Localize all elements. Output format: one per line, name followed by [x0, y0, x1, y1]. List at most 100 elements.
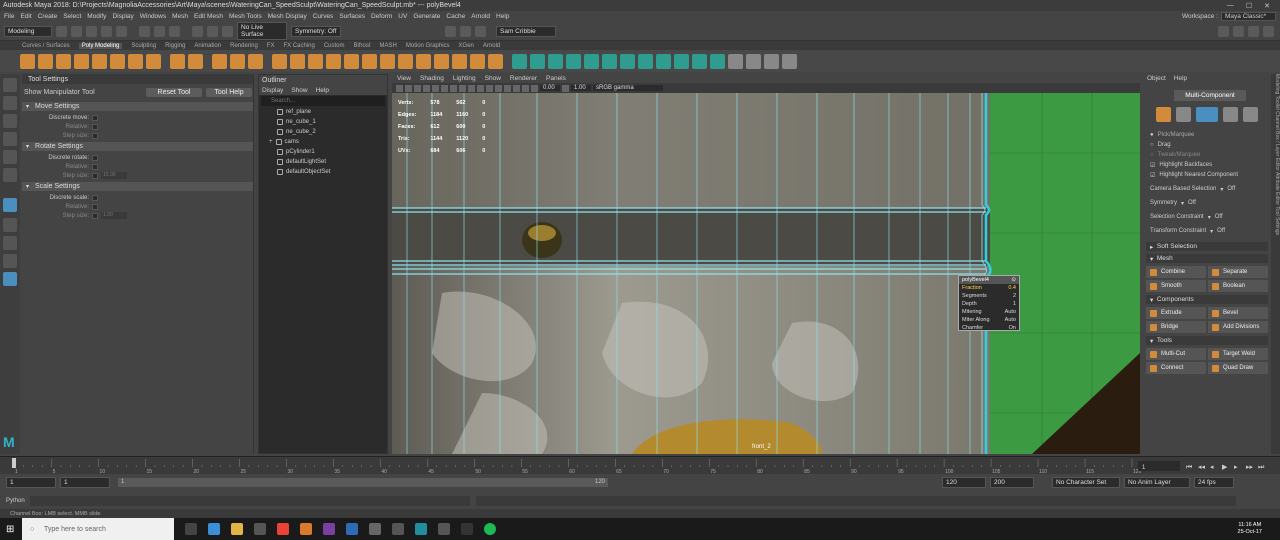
step-forward-frame-icon[interactable]: ▸ [1234, 463, 1238, 471]
outliner-item[interactable]: + cams [259, 137, 387, 147]
poly-sphere-icon[interactable] [20, 53, 35, 69]
viewport-menu-panels[interactable]: Panels [546, 75, 566, 82]
segments-value[interactable]: 2 [1013, 293, 1016, 299]
shelf-tab-mash[interactable]: MASH [380, 43, 397, 49]
snap-point-icon[interactable] [222, 25, 233, 37]
object-mode-icon[interactable] [1156, 107, 1171, 122]
playback-start-field[interactable]: 1 [60, 476, 110, 488]
shelf-tab-animation[interactable]: Animation [194, 43, 221, 49]
fraction-value[interactable]: 0.4 [1008, 285, 1016, 291]
purple-app-icon[interactable] [323, 523, 335, 535]
live-surface-dropdown[interactable]: No Live Surface [237, 22, 287, 40]
relative-scale-checkbox[interactable] [92, 203, 98, 210]
expand-icon[interactable]: + [269, 139, 273, 145]
relative-rotate-checkbox[interactable] [92, 163, 98, 170]
system-clock[interactable]: 11:16 AM 25-Oct-17 [1238, 522, 1280, 536]
select-object-icon[interactable] [154, 25, 165, 37]
start-time-field[interactable]: 1 [6, 476, 56, 488]
checkbox-icon[interactable]: ☑ [1150, 162, 1155, 169]
outliner-item[interactable]: defaultLightSet [259, 157, 387, 167]
shelf-tab-rigging[interactable]: Rigging [165, 43, 185, 49]
current-frame-marker[interactable] [12, 458, 16, 468]
menu-modify[interactable]: Modify [87, 13, 106, 20]
four-view-layout-icon[interactable] [3, 236, 17, 250]
cut-uv-icon[interactable] [656, 53, 671, 69]
append-polygon-icon[interactable] [416, 53, 431, 69]
components-section-header[interactable]: ▾ Components [1146, 295, 1268, 304]
bridge-icon[interactable] [362, 53, 377, 69]
mirror-icon[interactable] [512, 53, 527, 69]
lighting-icon[interactable] [495, 84, 502, 92]
toolkit-menu-object[interactable]: Object [1147, 75, 1166, 82]
menu-uv[interactable]: UV [398, 13, 407, 20]
viewport-menu-shading[interactable]: Shading [420, 75, 444, 82]
layout-uv-icon[interactable] [710, 53, 725, 69]
snap-curve-icon[interactable] [207, 25, 218, 37]
render-icon[interactable] [445, 25, 456, 37]
shelf-tab-curves-surfaces[interactable]: Curves / Surfaces [22, 43, 70, 49]
move-settings-header[interactable]: Move Settings [22, 102, 253, 111]
tools-section-header[interactable]: ▾ Tools [1146, 336, 1268, 345]
scale-tool-icon[interactable] [3, 168, 17, 182]
smooth-icon[interactable] [308, 53, 323, 69]
menu-surfaces[interactable]: Surfaces [339, 13, 365, 20]
super-shape-icon[interactable] [170, 53, 185, 69]
exposure-icon[interactable] [531, 84, 538, 92]
color-space-dropdown[interactable]: sRGB gamma [593, 85, 663, 91]
outliner-layout-icon[interactable] [3, 272, 17, 286]
chevron-down-icon[interactable]: ▾ [1208, 214, 1211, 221]
outliner-item[interactable]: defaultObjectSet [259, 167, 387, 177]
shelf-tab-arnold[interactable]: Arnold [483, 43, 500, 49]
chevron-down-icon[interactable]: ▾ [1181, 200, 1184, 207]
nsub-icon[interactable] [728, 53, 743, 69]
merge-icon[interactable] [434, 53, 449, 69]
new-scene-icon[interactable] [56, 25, 67, 37]
poly-plane-icon[interactable] [110, 53, 125, 69]
command-language[interactable]: Python [6, 498, 26, 504]
select-camera-icon[interactable] [396, 84, 403, 92]
sew-uv-icon[interactable] [674, 53, 689, 69]
unfold-uv-icon[interactable] [692, 53, 707, 69]
attribute-editor-toggle-icon[interactable] [1218, 25, 1229, 37]
step-back-key-icon[interactable]: ◂◂ [1198, 463, 1206, 471]
scale-settings-header[interactable]: Scale Settings [22, 182, 253, 191]
uv-mode-icon[interactable] [1243, 107, 1258, 122]
vertex-mode-icon[interactable] [1176, 107, 1191, 122]
menu-generate[interactable]: Generate [413, 13, 440, 20]
set-icon[interactable] [764, 53, 779, 69]
move-tool-icon[interactable] [3, 132, 17, 146]
time-slider[interactable]: 1 5 10 15 20 25 30 35 40 45 50 55 60 65 70 75 80 85 90 95 10… [0, 456, 1280, 475]
channel-box-toggle-icon[interactable] [1248, 25, 1259, 37]
radio-off-icon[interactable]: ○ [1150, 152, 1154, 158]
outliner-menu-help[interactable]: Help [316, 87, 329, 94]
shelf-tab-xgen[interactable]: XGen [459, 43, 474, 49]
select-hierarchy-icon[interactable] [139, 25, 150, 37]
minimize-icon[interactable]: — [1227, 2, 1234, 10]
scale-step-field[interactable]: 1.00 [101, 212, 127, 219]
task-view-icon[interactable] [185, 523, 197, 535]
cylindrical-map-icon[interactable] [602, 53, 617, 69]
poly-text-icon[interactable] [230, 53, 245, 69]
render-settings-icon[interactable] [475, 25, 486, 37]
two-pane-layout-icon[interactable] [3, 254, 17, 268]
mesh-section-header[interactable]: ▾ Mesh [1146, 254, 1268, 263]
photoshop-icon[interactable] [346, 523, 358, 535]
menu-select[interactable]: Select [63, 13, 81, 20]
outliner-item[interactable]: ref_plane [259, 107, 387, 117]
transform-constraint-value[interactable]: Off [1217, 228, 1225, 234]
grid-toggle-icon[interactable] [432, 84, 439, 92]
mitering-value[interactable]: Auto [1005, 309, 1016, 315]
user-account[interactable]: Sam Cribbie [496, 25, 556, 37]
lasso-tool-icon[interactable] [3, 96, 17, 110]
snap-grid-icon[interactable] [192, 25, 203, 37]
miter-along-value[interactable]: Auto [1005, 317, 1016, 323]
select-tool-icon[interactable] [3, 78, 17, 92]
combine-icon[interactable] [272, 53, 287, 69]
selection-constraint-value[interactable]: Off [1215, 214, 1223, 220]
chevron-down-icon[interactable]: ▾ [1210, 228, 1213, 235]
spherical-map-icon[interactable] [620, 53, 635, 69]
shelf-tab-sculpting[interactable]: Sculpting [131, 43, 156, 49]
viewport-menu-lighting[interactable]: Lighting [453, 75, 476, 82]
quad-draw-icon[interactable] [488, 53, 503, 69]
select-component-icon[interactable] [169, 25, 180, 37]
